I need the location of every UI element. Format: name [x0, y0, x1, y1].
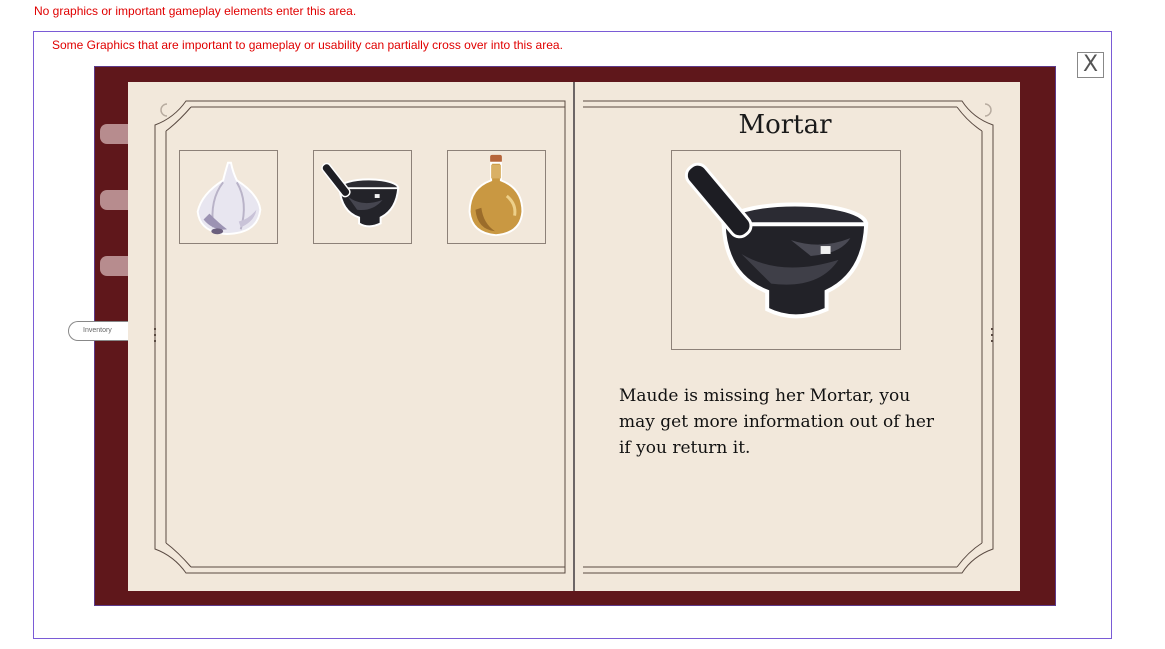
- garlic-icon: [196, 161, 262, 235]
- potion-bottle-icon: [468, 154, 524, 237]
- mortar-and-pestle-icon: [321, 162, 400, 228]
- item-detail-image: [671, 150, 901, 350]
- mortar-and-pestle-icon: [684, 162, 869, 319]
- inventory-slot-garlic[interactable]: [179, 150, 278, 244]
- item-title: Mortar: [738, 110, 832, 140]
- book-spine: [573, 82, 575, 591]
- item-description: Maude is missing her Mortar, you may get…: [619, 386, 935, 458]
- inventory-slot-mortar[interactable]: [313, 150, 412, 244]
- page-ornamental-border: [154, 100, 994, 574]
- inventory-slot-potion[interactable]: [447, 150, 546, 244]
